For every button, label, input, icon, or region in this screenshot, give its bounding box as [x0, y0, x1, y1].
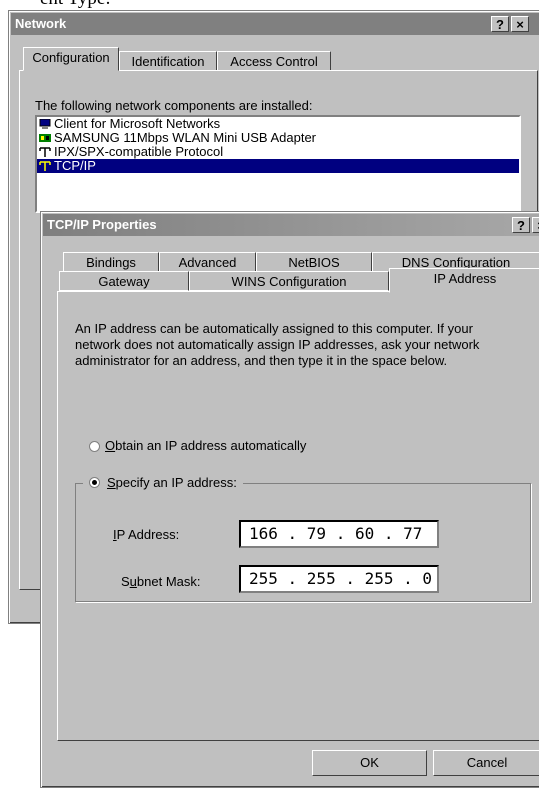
- obtain-ip-label[interactable]: Obtain an IP address automatically: [105, 438, 306, 453]
- tab-bindings[interactable]: Bindings: [63, 252, 159, 272]
- close-button[interactable]: ×: [511, 16, 529, 32]
- ip-address-field[interactable]: 166 . 79 . 60 . 77: [239, 520, 439, 548]
- components-list[interactable]: Client for Microsoft Networks SAMSUNG 11…: [35, 115, 521, 213]
- network-title: Network: [15, 16, 67, 31]
- ip-description: An IP address can be automatically assig…: [75, 321, 480, 368]
- page-caption: ent Type:: [40, 0, 111, 10]
- tab-netbios[interactable]: NetBIOS: [256, 252, 372, 272]
- subnet-mask-field[interactable]: 255 . 255 . 255 . 0: [239, 565, 439, 593]
- tab-configuration[interactable]: Configuration: [23, 47, 119, 71]
- ok-button[interactable]: OK: [312, 750, 427, 776]
- tab-identification[interactable]: Identification: [119, 51, 217, 71]
- list-item[interactable]: SAMSUNG 11Mbps WLAN Mini USB Adapter: [37, 131, 519, 145]
- client-icon: [39, 118, 51, 129]
- ip-address-label: IP Address:: [113, 527, 180, 542]
- obtain-ip-radio[interactable]: [89, 441, 100, 452]
- help-button[interactable]: ?: [512, 217, 530, 233]
- subnet-mask-label: Subnet Mask:: [121, 574, 201, 589]
- close-button[interactable]: ×: [532, 217, 539, 233]
- network-titlebar[interactable]: Network: [11, 13, 539, 35]
- tcpip-titlebar[interactable]: TCP/IP Properties: [43, 214, 539, 236]
- specify-ip-label[interactable]: Specify an IP address:: [107, 475, 259, 490]
- tab-gateway[interactable]: Gateway: [59, 271, 189, 291]
- protocol-icon: [39, 146, 51, 157]
- tab-wins-configuration[interactable]: WINS Configuration: [189, 271, 389, 291]
- help-button[interactable]: ?: [491, 16, 509, 32]
- list-item[interactable]: Client for Microsoft Networks: [37, 117, 519, 131]
- list-item-selected[interactable]: TCP/IP: [37, 159, 519, 173]
- protocol-icon: [39, 160, 51, 171]
- components-label: The following network components are ins…: [35, 98, 313, 113]
- tcpip-title: TCP/IP Properties: [47, 217, 157, 232]
- tab-advanced[interactable]: Advanced: [159, 252, 256, 272]
- specify-ip-legend: Specify an IP address:: [83, 473, 243, 493]
- list-item[interactable]: IPX/SPX-compatible Protocol: [37, 145, 519, 159]
- specify-ip-radio[interactable]: [89, 477, 100, 488]
- tab-ip-address[interactable]: IP Address: [389, 268, 539, 293]
- tcpip-properties-window: TCP/IP Properties ? × Bindings Advanced …: [40, 211, 539, 788]
- adapter-icon: [39, 132, 51, 142]
- tab-access-control[interactable]: Access Control: [217, 51, 331, 71]
- cancel-button[interactable]: Cancel: [433, 750, 539, 776]
